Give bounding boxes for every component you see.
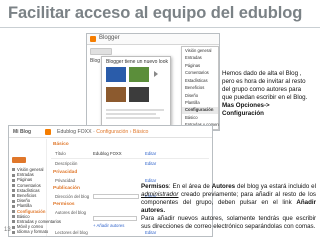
preview-thumbnail (129, 87, 149, 102)
menu-item[interactable]: Entradas (182, 54, 218, 61)
blog-address-field[interactable] (93, 194, 139, 199)
play-icon (154, 71, 158, 77)
title-divider (0, 27, 320, 28)
section-permissions: Permisos (53, 202, 75, 207)
callout2-paragraph-2: Para añadir nuevos autores, solamente te… (141, 215, 316, 230)
field-value: Edublog FOXX (93, 151, 122, 156)
breadcrumb: Edublog FOXX · Configuración › Básico (57, 129, 148, 135)
divider (51, 158, 209, 159)
edit-link[interactable]: Editar (145, 161, 156, 166)
field-label: Título (55, 151, 66, 156)
blogger-logo-icon (90, 36, 96, 42)
field-label: Privacidad (55, 178, 76, 183)
sidebar-icon (12, 189, 15, 193)
sidebar-icon (12, 235, 15, 236)
breadcrumb-main: Edublog FOXX (57, 129, 92, 135)
blogger-topbar: Blogger (87, 34, 219, 45)
more-options-menu: Visión general Entradas Páginas Comentarios… (181, 46, 219, 130)
blogger-logo-icon (45, 129, 51, 135)
sidebar-icon (12, 215, 15, 219)
sidebar-icon (12, 183, 15, 187)
field-label: Dirección del blog (55, 194, 90, 199)
section-privacy: Privacidad (53, 170, 78, 175)
new-post-button[interactable] (90, 48, 112, 55)
callout-text-1: Hemos dado de alta el Blog , pero es hor… (222, 70, 312, 118)
field-label: Lectores del blog (55, 230, 88, 235)
permisos-term: Permisos (141, 183, 169, 190)
text-line (106, 109, 164, 111)
menu-item[interactable]: Estadísticas (182, 77, 218, 84)
add-authors-link[interactable]: + Añadir autores (93, 223, 124, 228)
autores-term: Autores (211, 183, 236, 190)
edit-link[interactable]: Editar (145, 151, 156, 156)
settings-sidebar: Visión general Entradas Páginas Comentarios… (9, 139, 61, 236)
sidebar-item[interactable]: Otros (12, 235, 27, 236)
sidebar-icon (12, 209, 15, 213)
dialog-title: Blogger tiene un nuevo look (106, 59, 168, 65)
new-look-dialog: Blogger tiene un nuevo look (101, 56, 171, 126)
text-run: del blog ya estará incluido el (235, 183, 316, 190)
blog-name: Blog (90, 58, 101, 64)
sidebar-icon (12, 173, 15, 177)
breadcrumb-sub: Configuración › Básico (96, 129, 149, 135)
new-post-button[interactable] (12, 157, 26, 163)
menu-item[interactable]: Comentarios (182, 69, 218, 76)
slide-title: Facilitar acceso al equipo del edublog (8, 4, 303, 22)
callout2-paragraph-1: Permisos: En el área de Autores del blog… (141, 183, 316, 215)
menu-item[interactable]: Visión general (182, 47, 218, 54)
sidebar-label: Otros (17, 235, 27, 236)
menu-item[interactable]: Diseño (182, 92, 218, 99)
text-line (106, 117, 160, 119)
settings-header: Mi Blog Edublog FOXX · Configuración › B… (9, 126, 212, 138)
sidebar-icon (12, 168, 15, 172)
field-label: Descripción (55, 161, 78, 166)
page-number: 13 (4, 227, 11, 233)
callout1-line1: Hemos dado de alta el Blog , pero es hor… (222, 70, 308, 101)
blog-short-name: Mi Blog (13, 129, 32, 135)
section-publishing: Publicación (53, 186, 80, 191)
administrador-term: administrador (141, 191, 179, 198)
sidebar-icon (12, 230, 15, 234)
sidebar-icon (12, 178, 15, 182)
section-basic: Básico (53, 142, 69, 147)
text-line (106, 113, 156, 115)
author-email-field[interactable] (93, 216, 137, 221)
sidebar-icon (12, 220, 15, 224)
sidebar-icon (12, 194, 15, 198)
menu-item[interactable]: Plantilla (182, 99, 218, 106)
preview-thumbnail (106, 67, 126, 82)
blogger-dashboard-screenshot: Blogger Blog Blogger tiene un nuevo look… (86, 33, 220, 131)
sidebar-icon (12, 199, 15, 203)
menu-item[interactable]: Beneficios (182, 84, 218, 91)
callout1-line2: Mas Opciones-> Configuración (222, 102, 270, 117)
sidebar-icon (12, 204, 15, 208)
callout-text-2: Permisos: En el área de Autores del blog… (141, 183, 316, 231)
menu-item[interactable]: Básico (182, 114, 218, 121)
preview-thumbnail (129, 67, 149, 82)
menu-item[interactable]: Configuración (182, 106, 218, 115)
text-run: : En el área de (168, 183, 212, 190)
preview-thumbnail (106, 87, 126, 102)
menu-item[interactable]: Páginas (182, 62, 218, 69)
breadcrumb-separator: · (93, 129, 95, 135)
field-label: Autores del blog (55, 210, 87, 215)
sidebar-icon (12, 225, 15, 229)
blogger-brand: Blogger (99, 35, 120, 41)
